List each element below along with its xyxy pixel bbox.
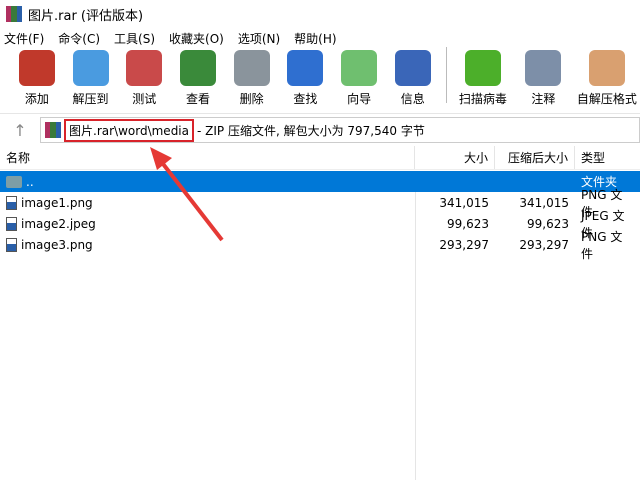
arrow-head	[150, 147, 172, 170]
annotation-arrow	[150, 147, 224, 242]
arrow-shaft	[158, 158, 224, 242]
